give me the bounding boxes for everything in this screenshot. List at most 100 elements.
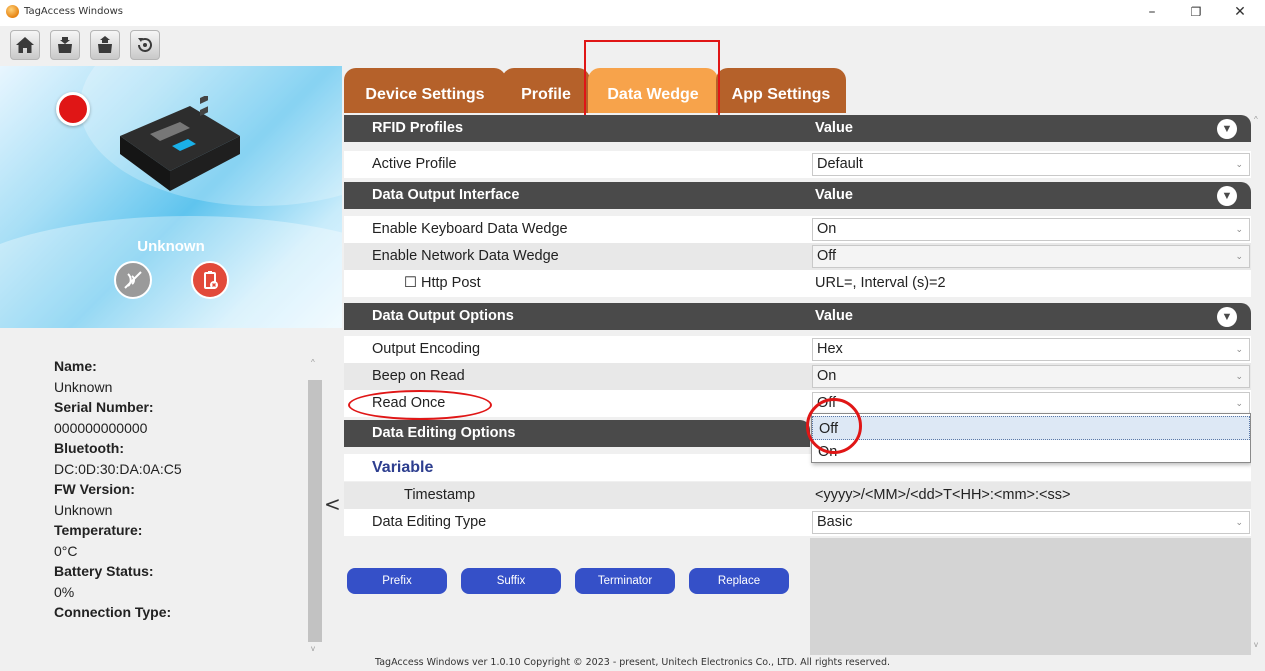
chevron-down-icon: ⌄	[1235, 344, 1243, 354]
dropdown-option-off[interactable]: Off	[812, 416, 1250, 440]
editing-type-select[interactable]: Basic ⌄	[812, 511, 1250, 534]
device-info-panel: Name: Unknown Serial Number: 00000000000…	[0, 328, 342, 654]
title-bar: TagAccess Windows – ❐ ✕	[0, 0, 1265, 26]
reset-button[interactable]	[130, 30, 160, 60]
info-value-serial: 000000000000	[54, 419, 148, 436]
value-header: Value	[815, 120, 853, 136]
chevron-down-icon[interactable]: ▼	[1217, 119, 1237, 139]
chevron-down-icon[interactable]: ▼	[1217, 307, 1237, 327]
scroll-down-icon[interactable]: v	[1254, 640, 1258, 649]
dropdown-option-on[interactable]: On	[812, 440, 1250, 464]
row-label: Enable Network Data Wedge	[344, 243, 810, 270]
footer-copyright: TagAccess Windows ver 1.0.10 Copyright ©…	[374, 657, 890, 668]
chevron-down-icon[interactable]: ▼	[1217, 186, 1237, 206]
info-label-fw: FW Version:	[54, 481, 135, 497]
tab-device-settings[interactable]: Device Settings	[344, 68, 506, 113]
row-active-profile: Active Profile Default ⌄	[344, 151, 1251, 178]
section-header-rfid[interactable]: RFID Profiles Value ▼	[344, 115, 1251, 142]
export-icon	[98, 36, 112, 53]
annotation-circle-read-once	[348, 390, 492, 420]
info-value-bluetooth: DC:0D:30:DA:0A:C5	[54, 460, 182, 477]
timestamp-value: <yyyy>/<MM>/<dd>T<HH>:<mm>:<ss>	[810, 482, 1251, 509]
row-editing-type: Data Editing Type Basic ⌄	[344, 509, 1251, 536]
beep-on-read-select[interactable]: On ⌄	[812, 365, 1250, 388]
info-label-connection: Connection Type:	[54, 604, 172, 620]
restore-button[interactable]: ❐	[1174, 0, 1218, 26]
info-label-serial: Serial Number:	[54, 399, 154, 415]
section-title: Data Output Interface	[372, 187, 520, 203]
battery-error-icon	[204, 271, 218, 289]
prefix-button[interactable]: Prefix	[347, 568, 447, 594]
value-header: Value	[815, 308, 853, 324]
minimize-button[interactable]: –	[1130, 0, 1174, 26]
nfc-status-button[interactable]	[114, 261, 152, 299]
app-logo-icon	[6, 5, 19, 18]
scroll-up-icon[interactable]: ^	[1254, 115, 1258, 124]
row-label: Timestamp	[344, 482, 810, 509]
home-button[interactable]	[10, 30, 40, 60]
row-keyboard-wedge: Enable Keyboard Data Wedge On ⌄	[344, 216, 1251, 243]
annotation-circle-off	[806, 398, 862, 454]
nfc-disabled-icon	[124, 271, 142, 289]
section-header-output-options[interactable]: Data Output Options Value ▼	[344, 303, 1251, 330]
import-button[interactable]	[50, 30, 80, 60]
section-header-editing[interactable]: Data Editing Options	[344, 420, 810, 447]
terminator-button[interactable]: Terminator	[575, 568, 675, 594]
info-label-temperature: Temperature:	[54, 522, 143, 538]
row-label: Enable Keyboard Data Wedge	[344, 216, 810, 243]
replace-button[interactable]: Replace	[689, 568, 789, 594]
info-scrollbar[interactable]: ^ v	[308, 356, 322, 656]
info-value-fw: Unknown	[54, 501, 113, 518]
info-label-bluetooth: Bluetooth:	[54, 440, 124, 456]
info-label-battery: Battery Status:	[54, 563, 154, 579]
app-window: TagAccess Windows – ❐ ✕ Unknown Name: Un…	[0, 0, 1265, 671]
import-icon	[58, 37, 72, 53]
chevron-down-icon: ⌄	[1235, 159, 1243, 169]
row-label: Active Profile	[344, 151, 810, 178]
refresh-icon	[138, 38, 152, 52]
tab-profile[interactable]: Profile	[502, 68, 590, 113]
chevron-down-icon: ⌄	[1235, 371, 1243, 381]
row-label: Http Post	[421, 275, 481, 291]
scroll-down-icon[interactable]: v	[311, 644, 315, 653]
scroll-up-icon[interactable]: ^	[311, 358, 315, 367]
row-http-post: ☐ Http Post URL=, Interval (s)=2	[344, 270, 1251, 297]
section-title: RFID Profiles	[372, 120, 464, 136]
keyboard-wedge-select[interactable]: On ⌄	[812, 218, 1250, 241]
scrollbar-thumb[interactable]	[308, 380, 322, 642]
battery-status-button[interactable]	[191, 261, 229, 299]
main-scrollbar[interactable]: ^ v	[1251, 113, 1265, 655]
http-post-checkbox[interactable]: ☐	[404, 275, 417, 291]
chevron-down-icon: ⌄	[1235, 224, 1243, 234]
suffix-button[interactable]: Suffix	[461, 568, 561, 594]
variable-heading: Variable	[372, 459, 434, 476]
read-once-select[interactable]: Off ⌄	[812, 392, 1250, 415]
window-title: TagAccess Windows	[24, 6, 123, 17]
device-panel: Unknown	[0, 66, 342, 328]
info-value-temperature: 0°C	[54, 542, 78, 559]
device-info-list: Name: Unknown Serial Number: 00000000000…	[54, 356, 304, 623]
output-encoding-select[interactable]: Hex ⌄	[812, 338, 1250, 361]
row-network-wedge: Enable Network Data Wedge Off ⌄	[344, 243, 1251, 270]
tab-app-settings[interactable]: App Settings	[716, 68, 846, 113]
export-button[interactable]	[90, 30, 120, 60]
row-label: Output Encoding	[344, 336, 810, 363]
info-value-name: Unknown	[54, 378, 113, 395]
close-button[interactable]: ✕	[1218, 0, 1262, 26]
info-value-battery: 0%	[54, 583, 75, 600]
active-profile-select[interactable]: Default ⌄	[812, 153, 1250, 176]
chevron-down-icon: ⌄	[1235, 517, 1243, 527]
value-header: Value	[815, 187, 853, 203]
row-timestamp: Timestamp <yyyy>/<MM>/<dd>T<HH>:<mm>:<ss…	[344, 482, 1251, 509]
network-wedge-select[interactable]: Off ⌄	[812, 245, 1250, 268]
connection-status-dot	[56, 92, 90, 126]
row-label: Data Editing Type	[344, 509, 810, 536]
editor-area	[810, 538, 1251, 655]
chevron-down-icon: ⌄	[1235, 251, 1243, 261]
collapse-panel-button[interactable]: <	[324, 492, 341, 516]
device-name: Unknown	[137, 238, 205, 255]
section-header-output-interface[interactable]: Data Output Interface Value ▼	[344, 182, 1251, 209]
rfid-reader-image	[120, 96, 240, 191]
section-title: Data Output Options	[372, 308, 514, 324]
chevron-down-icon: ⌄	[1235, 398, 1243, 408]
